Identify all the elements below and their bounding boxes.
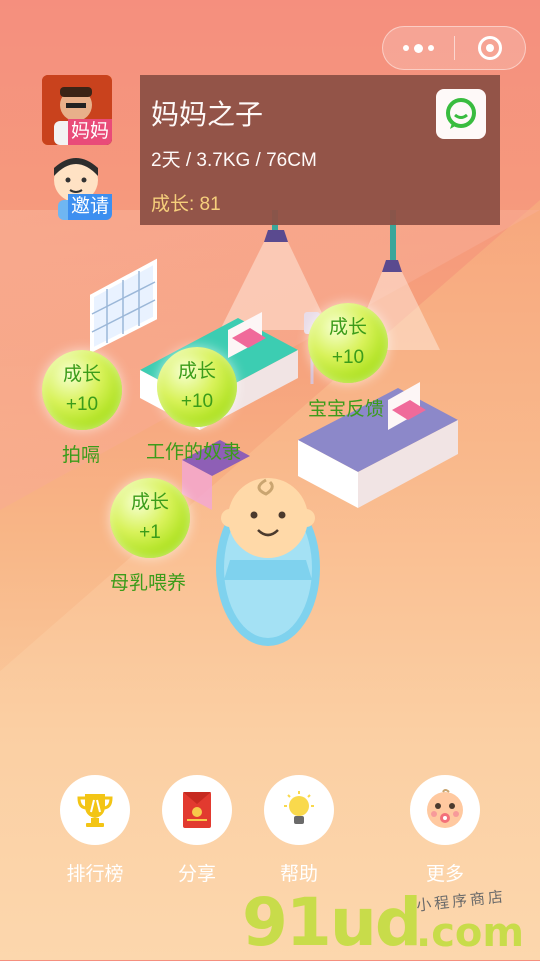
growth-bubble-breastfeed[interactable]: 成长 +1 [110, 478, 190, 558]
growth-bubble-burp[interactable]: 成长 +10 [42, 350, 122, 430]
bubble-value: +10 [65, 394, 99, 415]
lightbulb-icon [284, 791, 314, 824]
bubble-label: 工作的奴隶 [146, 442, 242, 463]
invite-tag: 邀请 [67, 194, 112, 220]
baby-face-icon [427, 789, 463, 828]
mom-tag: 妈妈 [67, 119, 112, 145]
bubble-label: 宝宝反馈 [308, 399, 385, 420]
nav-help[interactable]: 帮助 [259, 775, 339, 886]
ranking-circle[interactable] [60, 775, 130, 845]
bubble-value: +10 [331, 347, 365, 368]
chat-bubble-icon [446, 98, 476, 129]
bubble-label: 母乳喂养 [110, 573, 187, 594]
trophy-icon [77, 794, 113, 827]
mom-avatar[interactable]: 妈妈 [42, 75, 112, 145]
nav-label: 更多 [425, 864, 464, 885]
bubble-title: 成长 [62, 364, 101, 385]
baby-stats: 2天 / 3.7KG / 76CM [151, 150, 317, 171]
nav-label: 帮助 [279, 864, 318, 885]
mini-program-capsule [382, 26, 526, 70]
nav-share[interactable]: 分享 [157, 775, 237, 886]
growth-bubble-work[interactable]: 成长 +10 [157, 347, 237, 427]
target-close-icon[interactable] [455, 27, 526, 69]
bubble-label: 拍嗝 [62, 445, 101, 466]
invite-avatar[interactable]: 邀请 [42, 150, 112, 220]
nav-label: 排行榜 [66, 864, 124, 885]
nav-ranking[interactable]: 排行榜 [55, 775, 135, 886]
baby-info-card: 妈妈之子 2天 / 3.7KG / 76CM 成长: 81 [140, 75, 500, 225]
watermark-domain: .com [416, 910, 525, 956]
more-dots-icon[interactable] [383, 27, 454, 69]
share-circle[interactable] [162, 775, 232, 845]
red-envelope-icon [183, 792, 211, 828]
watermark-logo: 91ud [242, 884, 422, 961]
bubble-value: +1 [139, 522, 161, 543]
bubble-title: 成长 [130, 492, 169, 513]
bubble-title: 成长 [328, 317, 367, 338]
chat-button[interactable] [436, 89, 486, 139]
help-circle[interactable] [264, 775, 334, 845]
bubble-title: 成长 [177, 361, 216, 382]
growth-bubble-feedback[interactable]: 成长 +10 [308, 303, 388, 383]
growth-score: 成长: 81 [151, 194, 221, 215]
baby-name: 妈妈之子 [151, 99, 264, 130]
more-circle[interactable] [410, 775, 480, 845]
bubble-value: +10 [180, 391, 214, 412]
nav-label: 分享 [177, 864, 216, 885]
nav-more[interactable]: 更多 [405, 775, 485, 886]
